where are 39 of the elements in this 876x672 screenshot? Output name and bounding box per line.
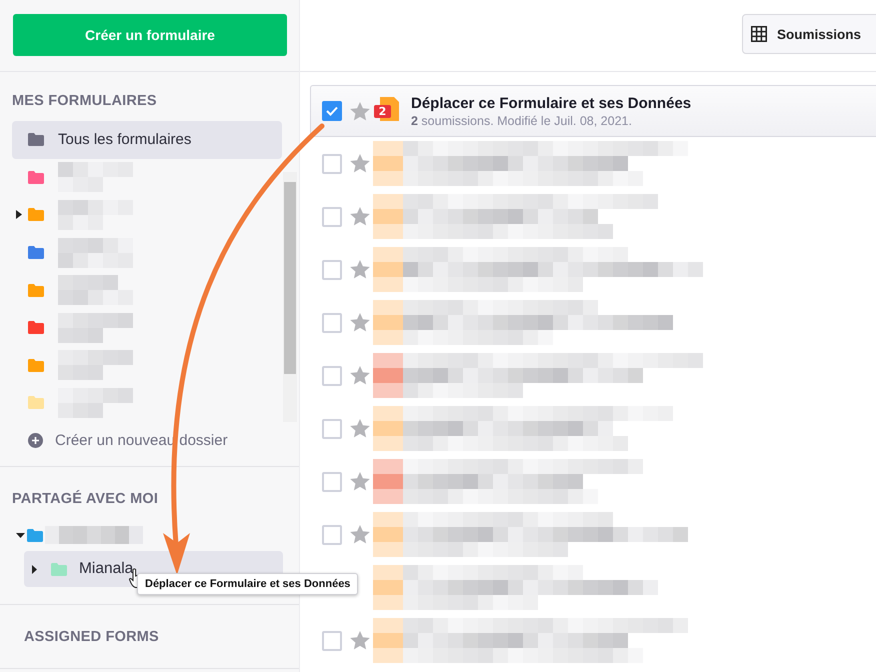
star-icon[interactable] (350, 525, 370, 544)
checkbox[interactable] (322, 154, 342, 174)
check-icon (326, 106, 338, 116)
section-heading: ASSIGNED FORMS (24, 629, 160, 645)
section-heading: PARTAGÉ AVEC MOI (12, 491, 160, 507)
checkbox[interactable] (322, 630, 342, 650)
star-icon[interactable] (350, 631, 370, 650)
new-folder-link[interactable]: Créer un nouveau dossier (28, 432, 299, 449)
star-icon[interactable] (350, 472, 370, 491)
checkbox[interactable] (322, 206, 342, 226)
grid-icon (751, 26, 767, 42)
drag-tooltip: Déplacer ce Formulaire et ses Données (137, 573, 358, 595)
checkbox[interactable] (322, 366, 342, 386)
star-icon[interactable] (350, 207, 370, 226)
star-icon[interactable] (350, 154, 370, 173)
caret-icon[interactable] (16, 530, 25, 540)
checkbox[interactable] (322, 260, 342, 280)
submissions-button[interactable]: Soumissions (742, 14, 876, 54)
star-icon[interactable] (350, 102, 370, 120)
form-meta: 2 soumissions. Modifié le Juil. 08, 2021. (411, 114, 633, 128)
star-icon[interactable] (350, 313, 370, 332)
plus-icon (28, 432, 43, 448)
folder-item[interactable]: Tous les formulaires (12, 121, 282, 159)
star-icon[interactable] (350, 260, 370, 279)
checkbox[interactable] (322, 101, 342, 121)
folder-name: Mianala (79, 560, 134, 578)
scrollbar[interactable] (283, 172, 297, 422)
folder-name: Tous les formulaires (58, 131, 192, 148)
section-heading: MES FORMULAIRES (12, 93, 158, 109)
checkbox[interactable] (322, 418, 342, 438)
checkbox[interactable] (322, 524, 342, 544)
star-icon[interactable] (350, 419, 370, 438)
caret-icon[interactable] (16, 210, 22, 220)
caret-icon[interactable] (30, 564, 39, 574)
form-row[interactable]: 2 Déplacer ce Formulaire et ses Données 2 soumissions. Modifié le Juil. 08, 2021. (310, 85, 876, 137)
checkbox[interactable] (322, 312, 342, 332)
form-title[interactable]: Déplacer ce Formulaire et ses Données (411, 94, 692, 112)
checkbox[interactable] (322, 472, 342, 492)
star-icon[interactable] (350, 366, 370, 385)
